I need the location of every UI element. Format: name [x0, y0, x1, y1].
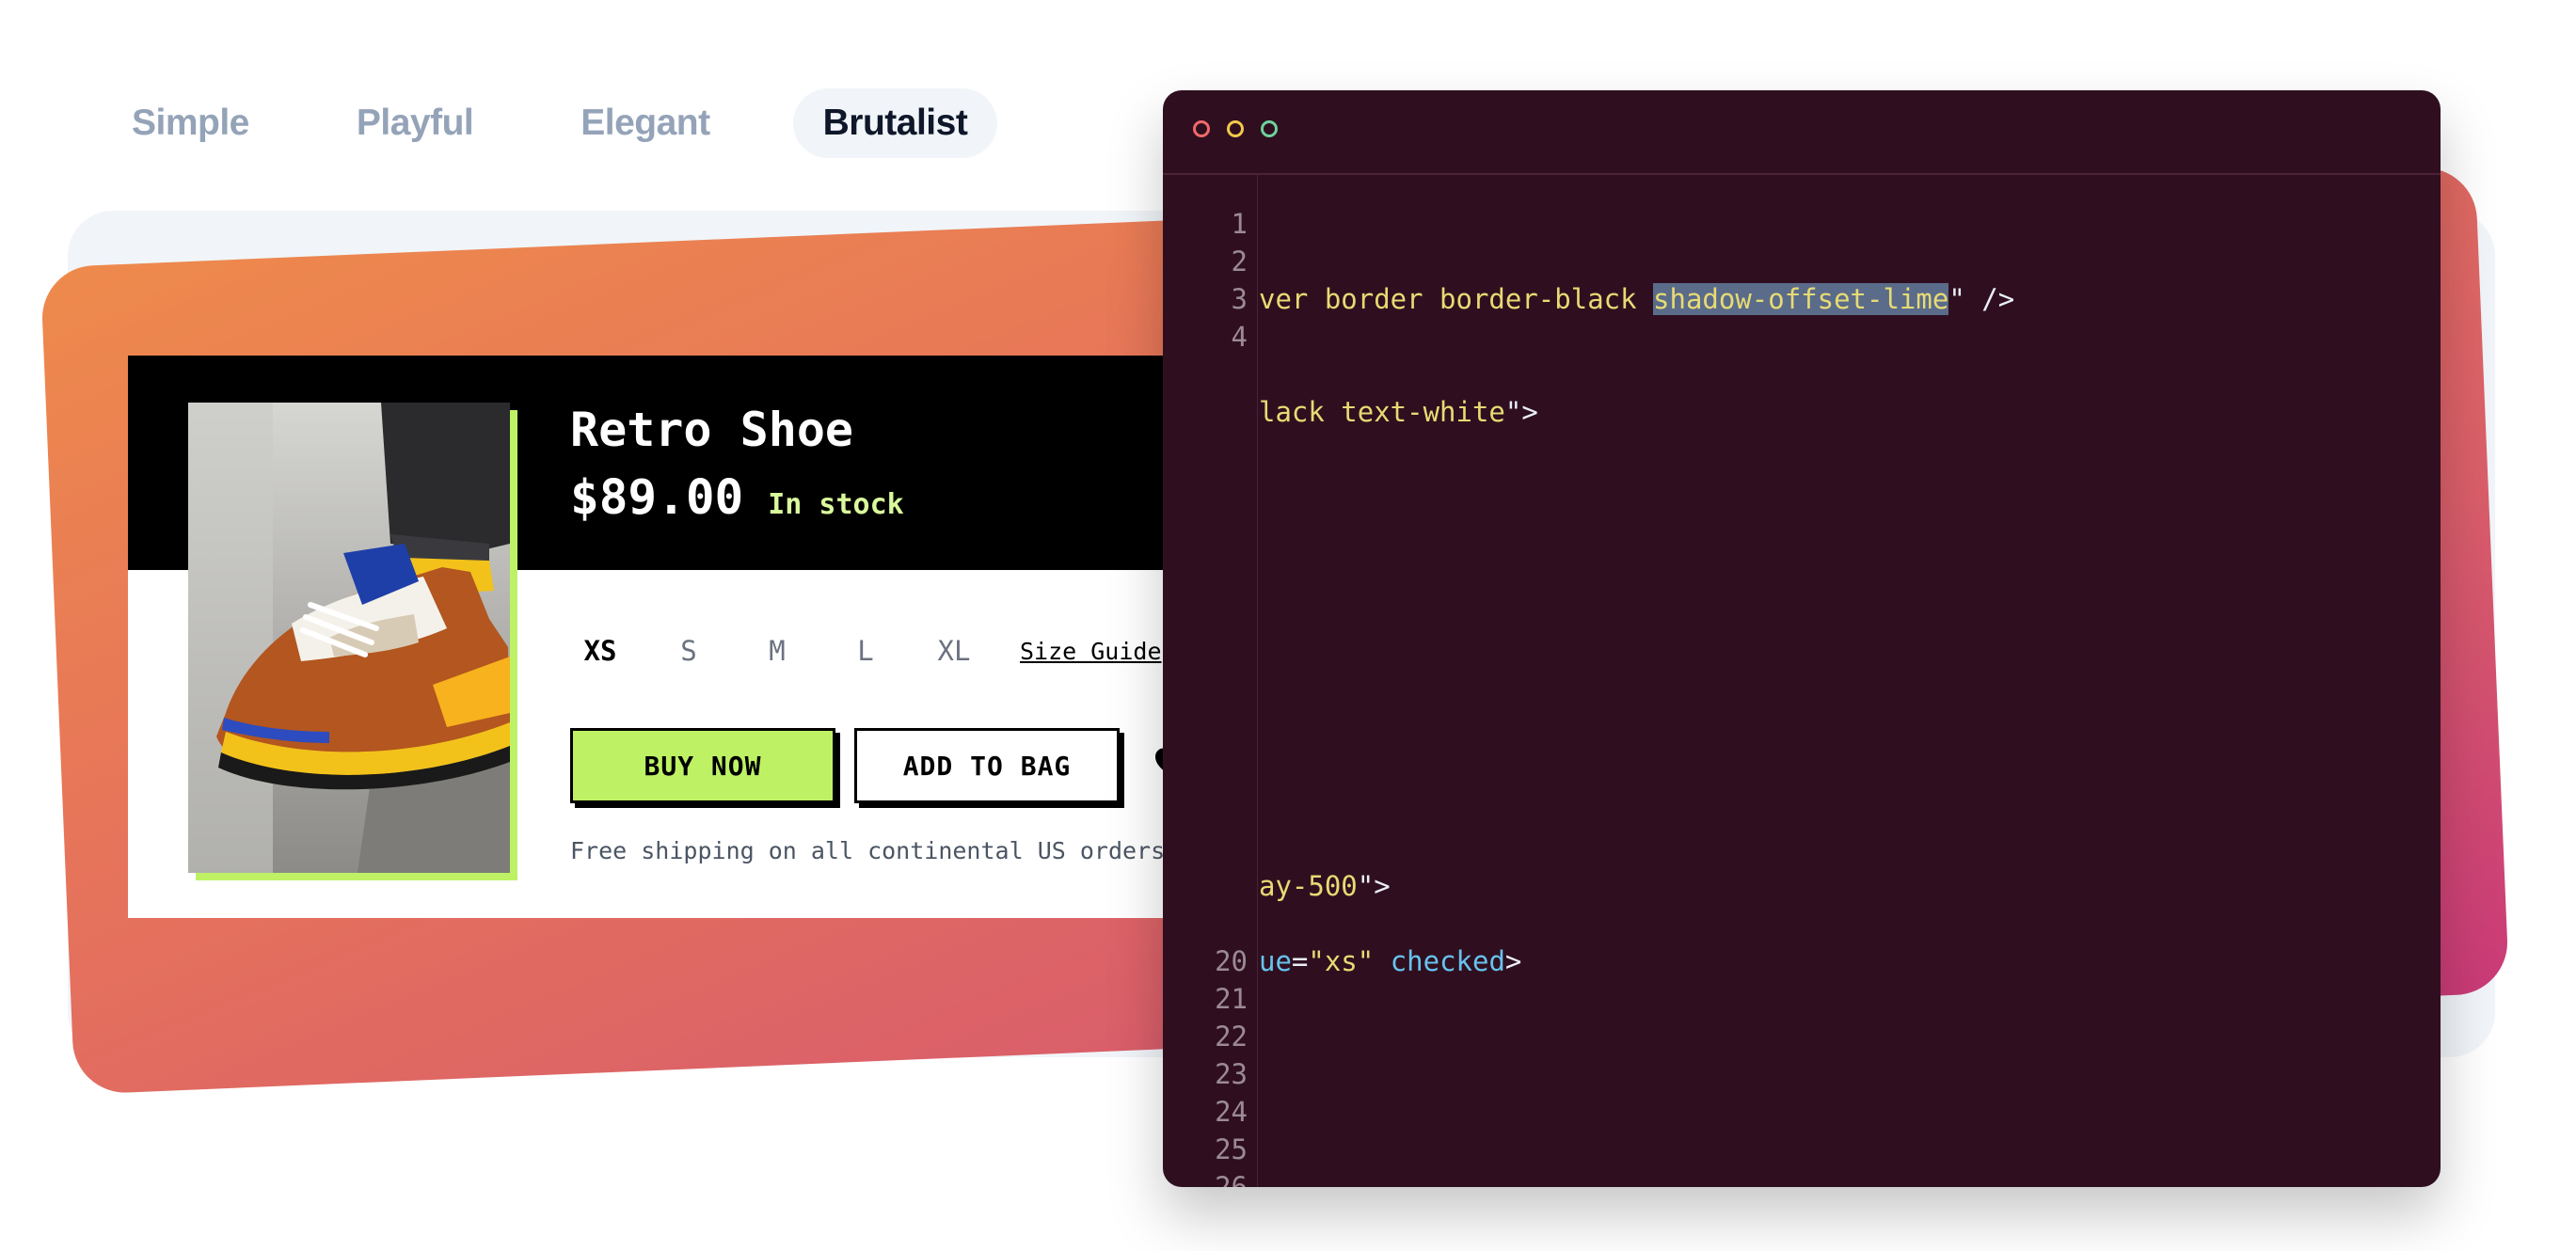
code-line-20: ue="xs" checked> — [1259, 942, 1521, 980]
tab-elegant[interactable]: Elegant — [556, 88, 734, 158]
code-token: " /> — [1948, 283, 2015, 315]
product-image — [188, 403, 510, 873]
gutter-divider — [1257, 175, 1258, 1187]
line-number: 25 — [1215, 1133, 1248, 1165]
line-number: 22 — [1215, 1021, 1248, 1053]
shipping-note: Free shipping on all continental US orde… — [570, 837, 1180, 864]
sneaker-illustration — [188, 403, 510, 873]
line-number: 21 — [1215, 983, 1248, 1015]
window-minimize-dot[interactable] — [1227, 120, 1244, 137]
line-number: 1 — [1231, 208, 1248, 240]
code-token: lack text-white — [1259, 396, 1505, 428]
code-token: "> — [1357, 870, 1391, 902]
code-selection: shadow-offset-lime — [1653, 283, 1949, 315]
code-token: ay-500 — [1259, 870, 1358, 902]
product-price: $89.00 — [570, 470, 744, 526]
size-option-m[interactable]: M — [747, 625, 807, 677]
code-token: checked — [1374, 945, 1505, 977]
line-number: 24 — [1215, 1096, 1248, 1128]
code-token: = — [1291, 945, 1309, 977]
product-title: Retro Shoe — [570, 403, 854, 457]
code-token: "xs" — [1308, 945, 1375, 977]
window-close-dot[interactable] — [1193, 120, 1210, 137]
line-number: 3 — [1231, 283, 1248, 315]
code-line-6: lack text-white"> — [1259, 393, 1538, 431]
style-tabs: Simple Playful Elegant Brutalist — [107, 88, 1056, 158]
size-guide-link[interactable]: Size Guide — [1020, 638, 1162, 665]
line-number: 20 — [1215, 945, 1248, 977]
size-option-xl[interactable]: XL — [924, 625, 984, 677]
tab-simple[interactable]: Simple — [107, 88, 274, 158]
stock-status: In stock — [768, 488, 904, 521]
code-token: "> — [1504, 396, 1538, 428]
size-option-xs[interactable]: XS — [570, 625, 630, 677]
tab-brutalist[interactable]: Brutalist — [792, 88, 998, 158]
product-card: Retro Shoe $89.00 In stock XS S M L XL S… — [128, 356, 1225, 918]
buy-now-button[interactable]: BUY NOW — [570, 728, 835, 803]
line-number: 23 — [1215, 1058, 1248, 1090]
code-token: > — [1504, 945, 1522, 977]
code-token: ue — [1259, 945, 1292, 977]
window-zoom-dot[interactable] — [1261, 120, 1278, 137]
code-token: ver border border-black — [1259, 283, 1654, 315]
window-titlebar — [1163, 90, 2441, 175]
code-line-3: ver border border-black shadow-offset-li… — [1259, 280, 2014, 318]
code-line-18: ay-500"> — [1259, 867, 1391, 905]
size-option-l[interactable]: L — [835, 625, 896, 677]
tab-playful[interactable]: Playful — [332, 88, 498, 158]
size-selector: XS S M L XL Size Guide — [570, 623, 1162, 679]
add-to-bag-button[interactable]: ADD TO BAG — [854, 728, 1120, 803]
line-number: 2 — [1231, 245, 1248, 277]
size-option-s[interactable]: S — [659, 625, 719, 677]
price-row: $89.00 In stock — [570, 470, 904, 526]
code-editor-window: 1 2 3 4 20 21 22 23 24 25 26 ver border … — [1163, 90, 2441, 1187]
line-number: 26 — [1215, 1171, 1248, 1187]
line-number: 4 — [1231, 321, 1248, 353]
